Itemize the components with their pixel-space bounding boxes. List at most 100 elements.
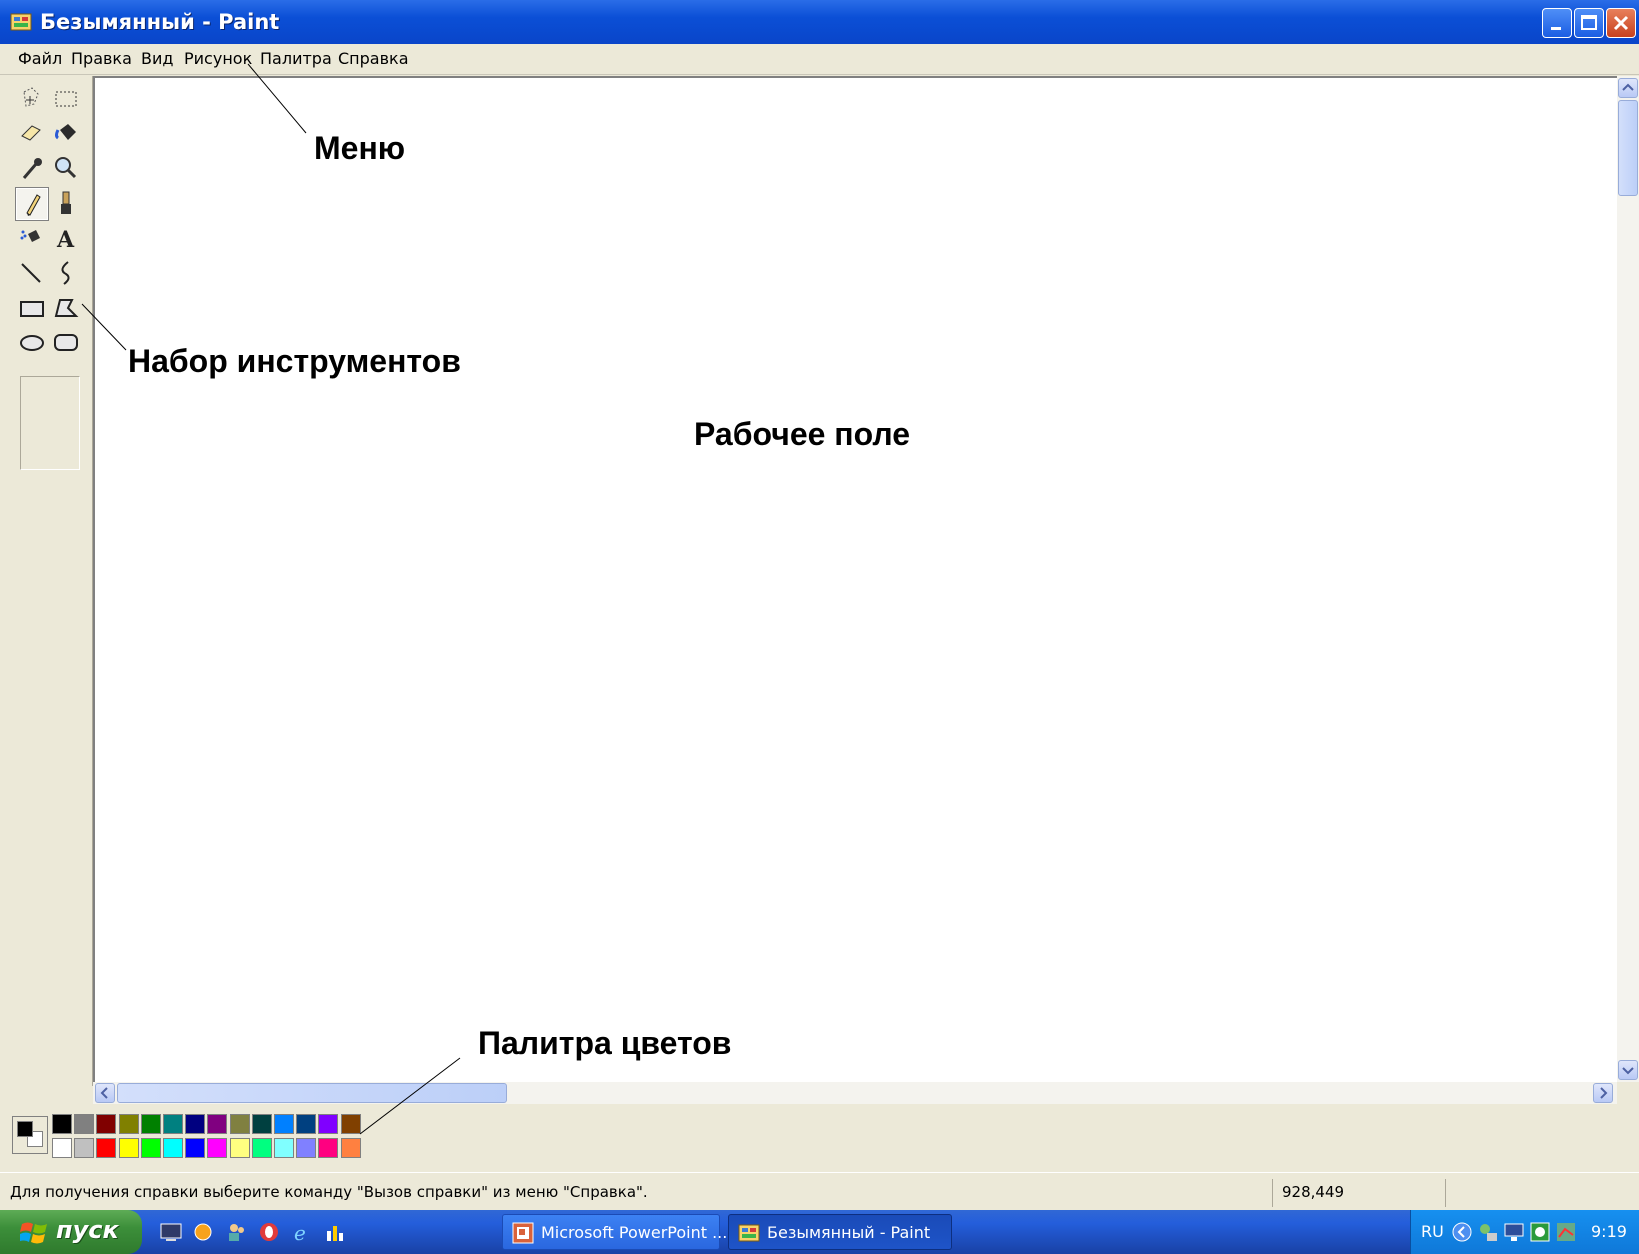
fill-tool[interactable] (50, 116, 82, 148)
palette-swatch[interactable] (251, 1114, 272, 1134)
polygon-tool[interactable] (50, 292, 82, 324)
tool-options-panel[interactable] (20, 376, 80, 470)
eraser-icon (21, 125, 41, 141)
palette-swatch[interactable] (229, 1114, 250, 1134)
rounded-rectangle-icon (54, 334, 78, 351)
eraser-tool[interactable] (16, 116, 48, 148)
palette-swatch[interactable] (274, 1138, 294, 1158)
vertical-scroll-thumb[interactable] (1618, 100, 1638, 196)
monitor-icon[interactable] (1503, 1221, 1525, 1243)
menu-image[interactable]: Рисунок (184, 49, 252, 68)
palette-swatch[interactable] (96, 1114, 117, 1134)
palette-swatch[interactable] (296, 1114, 317, 1134)
ie-icon[interactable]: e (292, 1221, 314, 1243)
color-picker-icon (22, 158, 42, 179)
language-indicator[interactable]: RU (1421, 1222, 1444, 1241)
menu-edit[interactable]: Правка (71, 49, 132, 68)
curve-tool[interactable] (50, 256, 82, 288)
color-palette (0, 1104, 1639, 1172)
palette-swatch[interactable] (207, 1138, 228, 1158)
palette-swatch[interactable] (185, 1138, 206, 1158)
palette-swatch[interactable] (118, 1114, 139, 1134)
horizontal-scroll-thumb[interactable] (117, 1083, 507, 1103)
palette-swatch[interactable] (140, 1114, 161, 1134)
palette-swatch[interactable] (118, 1138, 139, 1158)
menu-help[interactable]: Справка (338, 49, 409, 68)
chevron-left-icon (100, 1087, 108, 1099)
palette-swatch[interactable] (296, 1138, 317, 1158)
tray-arrow-icon[interactable] (1451, 1221, 1473, 1243)
opera-icon[interactable] (258, 1221, 280, 1243)
antivirus-icon[interactable] (1529, 1221, 1551, 1243)
palette-swatch[interactable] (340, 1114, 361, 1134)
windows-logo-icon (20, 1222, 47, 1244)
cursor-coordinates: 928,449 (1282, 1183, 1345, 1201)
palette-swatch[interactable] (52, 1138, 72, 1158)
maximize-button[interactable] (1574, 8, 1604, 38)
desktop-icon[interactable] (160, 1221, 182, 1243)
menu-bar: Файл Правка Вид Рисунок Палитра Справка (0, 44, 1639, 75)
scroll-right-button[interactable] (1593, 1083, 1613, 1103)
menu-file[interactable]: Файл (18, 49, 62, 68)
scroll-left-button[interactable] (95, 1083, 115, 1103)
drawing-canvas[interactable] (93, 76, 1617, 1082)
sun-icon[interactable] (192, 1221, 214, 1243)
palette-swatch[interactable] (318, 1114, 339, 1134)
task-powerpoint[interactable]: Microsoft PowerPoint ... (502, 1214, 727, 1250)
polygon-icon (54, 299, 79, 317)
curve-icon (61, 261, 70, 285)
chart-icon[interactable] (324, 1221, 346, 1243)
brush-tool[interactable] (50, 188, 82, 220)
status-bar: Для получения справки выберите команду "… (0, 1172, 1639, 1211)
task-label: Безымянный - Paint (767, 1223, 931, 1242)
status-divider (1272, 1179, 1273, 1207)
tray-app-icon[interactable] (1555, 1221, 1577, 1243)
palette-swatch[interactable] (163, 1114, 183, 1134)
menu-colors[interactable]: Палитра (260, 49, 332, 68)
current-colors[interactable] (12, 1116, 48, 1154)
scroll-up-button[interactable] (1618, 78, 1638, 98)
palette-swatch[interactable] (52, 1114, 72, 1134)
ellipse-tool[interactable] (16, 326, 48, 358)
color-picker-tool[interactable] (16, 152, 48, 184)
palette-swatch[interactable] (274, 1114, 294, 1134)
window-title: Безымянный - Paint (40, 10, 280, 34)
palette-swatch[interactable] (96, 1138, 117, 1158)
people-icon[interactable] (226, 1221, 248, 1243)
close-button[interactable] (1606, 8, 1636, 38)
status-divider (1445, 1179, 1446, 1207)
rectangle-tool[interactable] (16, 292, 48, 324)
svg-text:A: A (56, 227, 75, 253)
airbrush-icon (20, 230, 40, 242)
menu-view[interactable]: Вид (141, 49, 173, 68)
palette-swatch[interactable] (74, 1114, 95, 1134)
line-tool[interactable] (16, 256, 48, 288)
palette-swatch[interactable] (163, 1138, 183, 1158)
rectangle-icon (20, 301, 44, 317)
magnifier-tool[interactable] (50, 152, 82, 184)
palette-swatch[interactable] (74, 1138, 95, 1158)
rect-select-tool[interactable] (50, 82, 82, 114)
pencil-tool[interactable] (15, 187, 49, 221)
minimize-button[interactable] (1542, 8, 1572, 38)
title-bar: Безымянный - Paint (0, 0, 1639, 44)
rounded-rectangle-tool[interactable] (50, 326, 82, 358)
vertical-scrollbar[interactable] (1617, 76, 1639, 1082)
palette-swatch[interactable] (251, 1138, 272, 1158)
network-icon[interactable] (1477, 1221, 1499, 1243)
airbrush-tool[interactable] (16, 222, 48, 254)
palette-swatch[interactable] (229, 1138, 250, 1158)
palette-swatch[interactable] (140, 1138, 161, 1158)
start-button[interactable]: пуск (0, 1210, 142, 1254)
task-paint[interactable]: Безымянный - Paint (728, 1214, 952, 1250)
palette-swatch[interactable] (340, 1138, 361, 1158)
free-select-tool[interactable] (16, 82, 48, 114)
toolbox-annotation: Набор инструментов (128, 343, 461, 379)
horizontal-scrollbar[interactable] (93, 1082, 1617, 1104)
ellipse-icon (20, 335, 44, 351)
scroll-down-button[interactable] (1618, 1060, 1638, 1080)
palette-swatch[interactable] (318, 1138, 339, 1158)
text-tool[interactable]: A (50, 222, 82, 254)
palette-swatch[interactable] (207, 1114, 228, 1134)
palette-swatch[interactable] (185, 1114, 206, 1134)
